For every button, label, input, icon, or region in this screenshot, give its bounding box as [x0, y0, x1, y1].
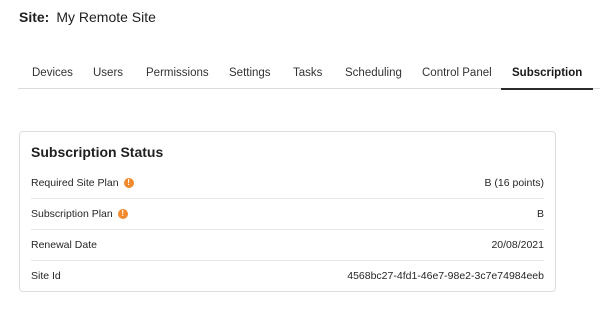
row-label-wrap: Site Id: [31, 270, 61, 282]
row-label: Required Site Plan: [31, 177, 119, 189]
tab-devices[interactable]: Devices: [32, 67, 73, 89]
tab-scheduling[interactable]: Scheduling: [345, 67, 402, 89]
tab-settings[interactable]: Settings: [229, 67, 271, 89]
info-icon[interactable]: !: [117, 209, 128, 219]
site-name: My Remote Site: [56, 9, 156, 25]
tab-tasks[interactable]: Tasks: [293, 67, 322, 89]
tab-users[interactable]: Users: [93, 67, 123, 89]
row-site-id: Site Id 4568bc27-4fd1-46e7-98e2-3c7e7498…: [31, 260, 544, 291]
row-value: 20/08/2021: [491, 239, 544, 251]
info-icon[interactable]: !: [123, 178, 134, 188]
tab-control-panel[interactable]: Control Panel: [422, 67, 492, 89]
tab-bar: Devices Users Permissions Settings Tasks…: [18, 59, 600, 90]
row-label-wrap: Required Site Plan !: [31, 177, 134, 189]
row-value: B: [536, 208, 544, 220]
row-value: B (16 points): [484, 177, 544, 189]
row-value: 4568bc27-4fd1-46e7-98e2-3c7e74984eeb: [347, 269, 544, 282]
subscription-page: Site: My Remote Site Devices Users Permi…: [0, 0, 600, 311]
row-label: Site Id: [31, 269, 61, 282]
row-label-wrap: Subscription Plan !: [31, 208, 128, 220]
row-label: Subscription Plan: [31, 208, 113, 220]
tab-subscription[interactable]: Subscription: [500, 67, 594, 90]
row-renewal-date: Renewal Date 20/08/2021: [31, 230, 544, 261]
site-header: Site: My Remote Site: [19, 9, 156, 25]
card-title: Subscription Status: [31, 144, 164, 160]
row-required-site-plan: Required Site Plan ! B (16 points): [31, 168, 544, 199]
row-label: Renewal Date: [31, 239, 97, 251]
row-label-wrap: Renewal Date: [31, 239, 97, 251]
site-label: Site:: [19, 9, 50, 25]
subscription-status-card: Subscription Status Required Site Plan !…: [19, 131, 556, 292]
tab-permissions[interactable]: Permissions: [146, 67, 209, 89]
row-subscription-plan: Subscription Plan ! B: [31, 199, 544, 230]
